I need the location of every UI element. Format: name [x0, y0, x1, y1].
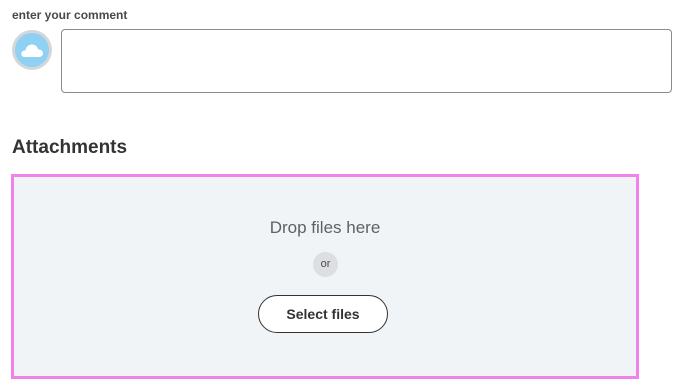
comment-label: enter your comment [12, 8, 128, 22]
drop-files-text: Drop files here [269, 218, 381, 237]
comment-attachments-panel: enter your comment Attachments Drop file… [0, 0, 677, 385]
or-separator: or [313, 252, 338, 277]
avatar [12, 30, 52, 70]
file-dropzone[interactable]: Drop files here or Select files [11, 174, 639, 379]
select-files-button[interactable]: Select files [258, 295, 388, 333]
comment-input[interactable] [61, 29, 672, 93]
cloud-icon [21, 44, 43, 57]
attachments-heading: Attachments [12, 137, 128, 158]
avatar-circle [15, 33, 49, 67]
